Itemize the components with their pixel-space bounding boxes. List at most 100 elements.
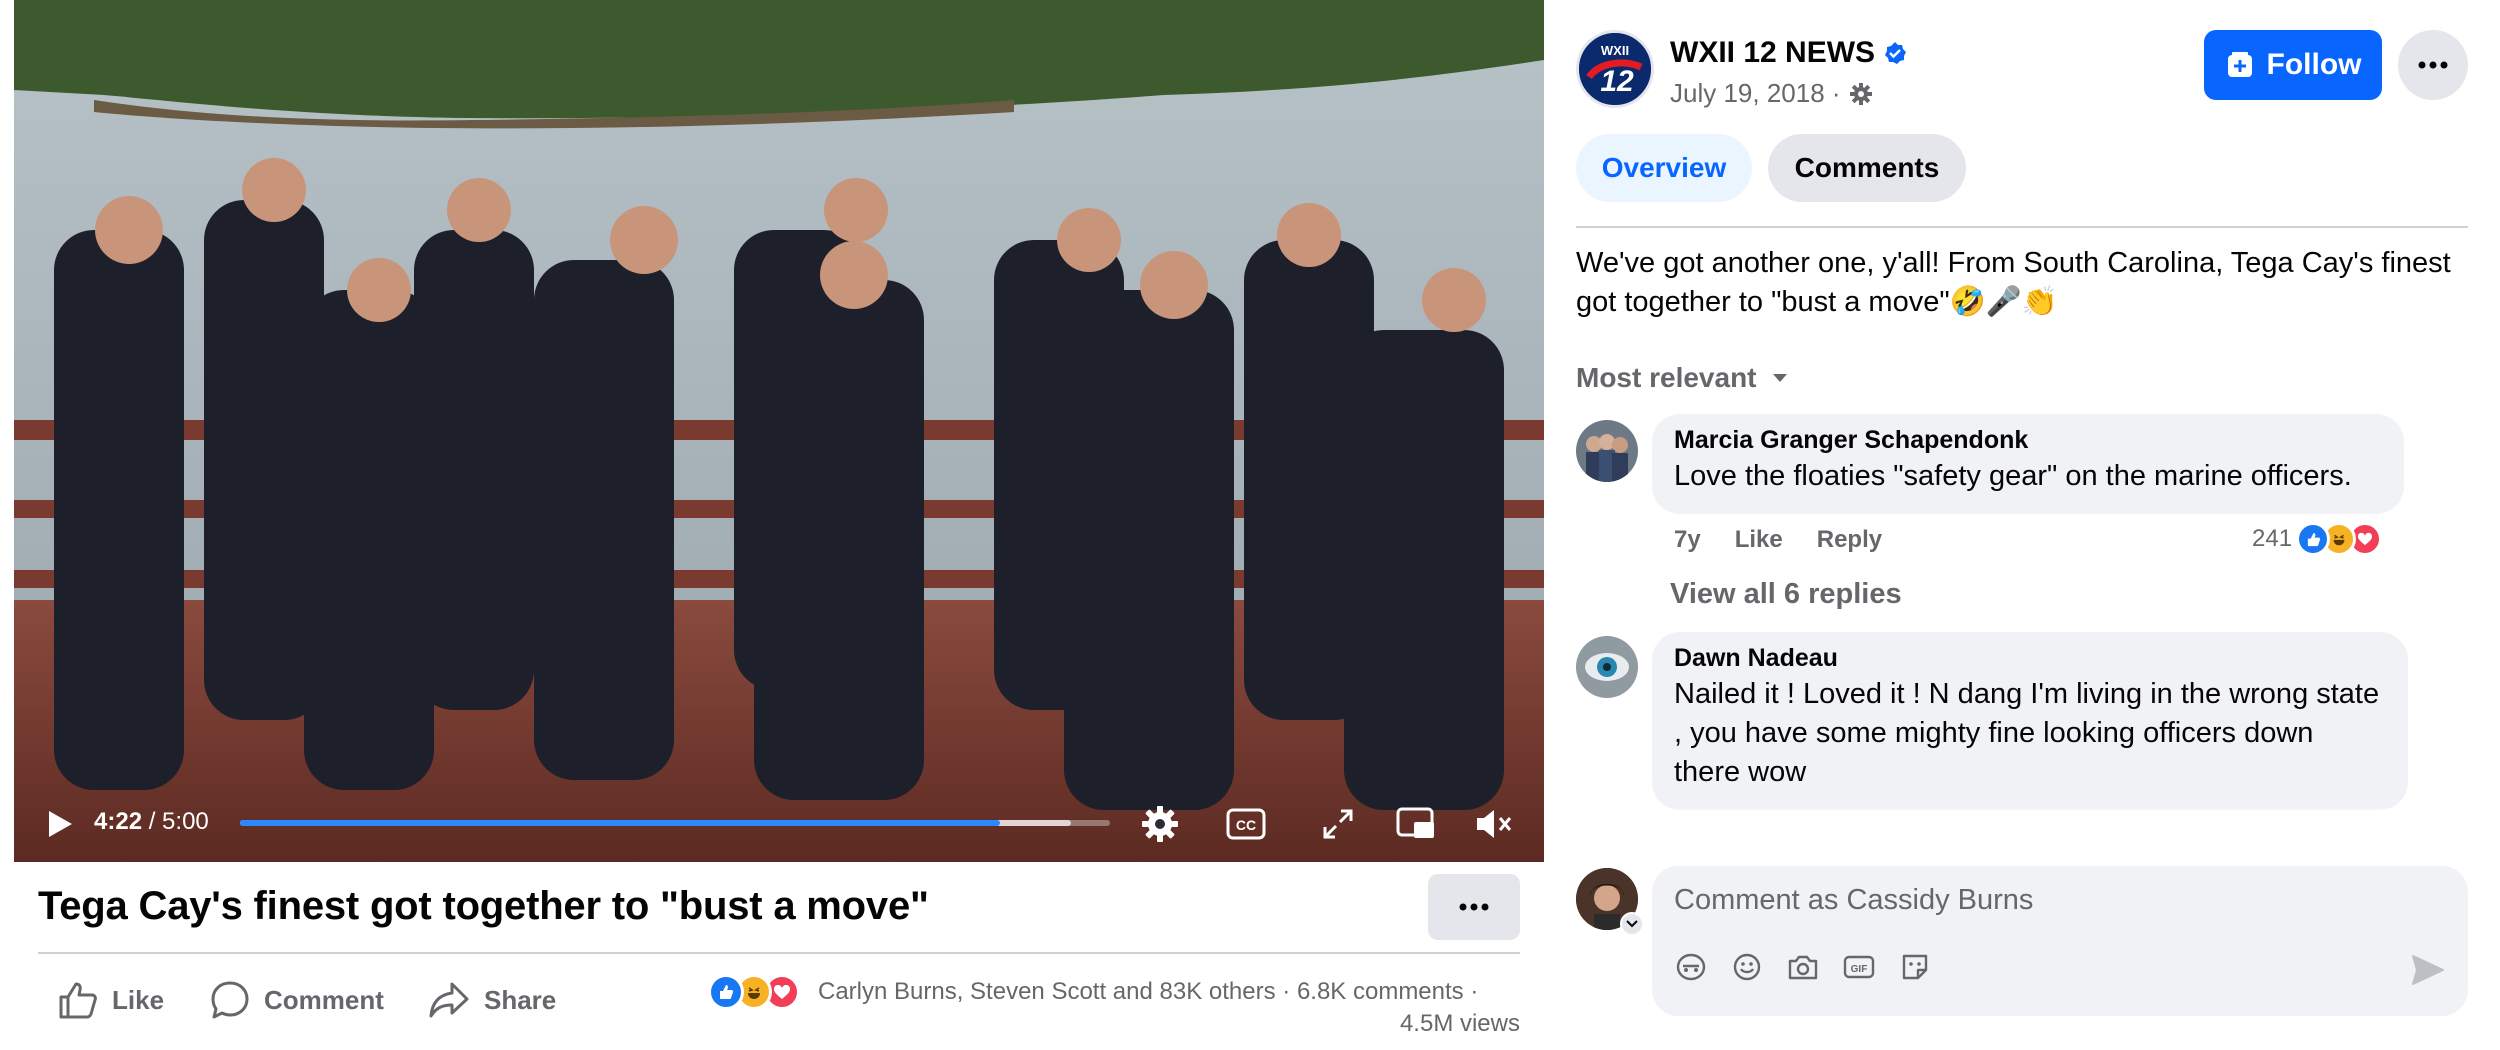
views-count: 4.5M views bbox=[1399, 1010, 1520, 1037]
pip-button[interactable] bbox=[1394, 802, 1438, 846]
photo-button[interactable] bbox=[1786, 950, 1820, 984]
video-frame bbox=[14, 0, 1544, 862]
share-label: Share bbox=[484, 984, 557, 1015]
mute-button[interactable] bbox=[1472, 802, 1516, 846]
gif-icon: GIF bbox=[1843, 955, 1875, 979]
play-button[interactable] bbox=[40, 804, 80, 844]
composer-tools: GIF bbox=[1674, 950, 1932, 984]
share-arrow-icon bbox=[429, 982, 469, 1018]
emoji-button[interactable] bbox=[1730, 950, 1764, 984]
comment-bubble: Marcia Granger Schapendonk Love the floa… bbox=[1652, 414, 2404, 514]
reaction-icons[interactable] bbox=[708, 974, 800, 1010]
svg-text:GIF: GIF bbox=[1851, 964, 1868, 975]
tab-overview[interactable]: Overview bbox=[1576, 134, 1752, 202]
play-icon bbox=[49, 811, 72, 837]
like-reaction-icon bbox=[708, 974, 744, 1010]
gear-icon bbox=[1142, 806, 1178, 842]
sticker-button[interactable] bbox=[1898, 950, 1932, 984]
seek-progress bbox=[240, 820, 1000, 826]
video-title: Tega Cay's finest got together to "bust … bbox=[38, 884, 929, 928]
divider bbox=[38, 952, 1520, 954]
svg-text:WXII: WXII bbox=[1601, 43, 1629, 58]
wxii-logo: WXII 12 bbox=[1579, 33, 1651, 105]
post-more-button[interactable] bbox=[1428, 874, 1520, 940]
post-date-row: July 19, 2018 · bbox=[1670, 78, 1873, 109]
ellipsis-icon bbox=[1459, 903, 1489, 911]
seek-bar[interactable] bbox=[240, 820, 1110, 826]
comment-composer[interactable]: Comment as Cassidy Burns GIF bbox=[1652, 866, 2468, 1016]
separator: · bbox=[1470, 978, 1479, 1005]
comment-reply-button[interactable]: Reply bbox=[1817, 526, 1882, 554]
speaker-muted-icon bbox=[1477, 810, 1512, 838]
post-viewer: { "video": { "current_time": "4:22", "du… bbox=[0, 0, 2500, 1050]
sort-label: Most relevant bbox=[1576, 362, 1757, 393]
engagement-summary: Carlyn Burns, Steven Scott and 83K other… bbox=[818, 978, 1478, 1006]
fullscreen-button[interactable] bbox=[1316, 802, 1360, 846]
post-date[interactable]: July 19, 2018 · bbox=[1670, 78, 1841, 109]
svg-text:CC: CC bbox=[1236, 817, 1256, 833]
tab-comments[interactable]: Comments bbox=[1768, 134, 1966, 202]
comment-bubble: Dawn Nadeau Nailed it ! Loved it ! N dan… bbox=[1652, 632, 2408, 810]
page-avatar[interactable]: WXII 12 bbox=[1576, 30, 1654, 108]
avatar-sticker-button[interactable] bbox=[1674, 950, 1708, 984]
comment-text: Love the floaties "safety gear" on the m… bbox=[1674, 460, 2352, 492]
sticker-icon bbox=[1902, 954, 1928, 980]
page-name[interactable]: WXII 12 NEWS bbox=[1670, 36, 1875, 70]
avatar-sticker-icon bbox=[1676, 953, 1706, 981]
verified-badge-icon bbox=[1885, 42, 1907, 64]
comment-label: Comment bbox=[264, 984, 384, 1015]
comment-age[interactable]: 7y bbox=[1674, 526, 1701, 554]
scroll-fade bbox=[1576, 808, 2468, 838]
like-label: Like bbox=[112, 984, 165, 1015]
comment-sort-dropdown[interactable]: Most relevant bbox=[1576, 362, 1789, 394]
current-time: 4:22 bbox=[94, 808, 143, 835]
captions-button[interactable]: CC bbox=[1224, 802, 1268, 846]
page-name-row: WXII 12 NEWS bbox=[1670, 36, 1907, 70]
profile-switch-badge[interactable] bbox=[1620, 912, 1644, 936]
comment-actions: 7y Like Reply bbox=[1674, 526, 1882, 554]
comment-button[interactable]: Comment bbox=[210, 978, 384, 1022]
video-controls: 4:22 / 5:00 CC bbox=[14, 782, 1544, 862]
camera-icon bbox=[1788, 955, 1818, 980]
share-button[interactable]: Share bbox=[428, 978, 556, 1022]
comment-text: Nailed it ! Loved it ! N dang I'm living… bbox=[1674, 678, 2380, 788]
expand-icon bbox=[1323, 809, 1353, 839]
commenter-avatar[interactable] bbox=[1576, 636, 1638, 698]
like-button[interactable]: Like bbox=[58, 978, 164, 1022]
post-description: We've got another one, y'all! From South… bbox=[1576, 247, 2451, 318]
duration: / 5:00 bbox=[148, 808, 209, 835]
follow-page-icon bbox=[2227, 52, 2252, 77]
follow-label: Follow bbox=[2266, 48, 2362, 81]
commenter-avatar[interactable] bbox=[1576, 420, 1638, 482]
comment-bubble-icon bbox=[211, 981, 249, 1019]
divider bbox=[1576, 226, 2468, 228]
video-player[interactable]: 4:22 / 5:00 CC bbox=[14, 0, 1544, 862]
smiley-icon bbox=[1733, 953, 1761, 981]
avatar-photo bbox=[1576, 636, 1638, 698]
caret-down-icon bbox=[1772, 374, 1787, 382]
separator: · bbox=[1282, 978, 1291, 1005]
thumbs-up-icon bbox=[59, 982, 97, 1019]
page-more-button[interactable] bbox=[2398, 30, 2468, 100]
comment-like-button[interactable]: Like bbox=[1735, 526, 1783, 554]
ellipsis-icon bbox=[2418, 61, 2448, 69]
avatar-photo bbox=[1576, 420, 1638, 482]
reactions-names[interactable]: Carlyn Burns, Steven Scott and 83K other… bbox=[818, 978, 1276, 1005]
send-icon[interactable] bbox=[2410, 952, 2446, 988]
svg-text:12: 12 bbox=[1600, 65, 1634, 98]
comment-reaction-count: 241 bbox=[2252, 525, 2293, 552]
chevron-down-icon bbox=[1626, 920, 1638, 928]
comments-count[interactable]: 6.8K comments bbox=[1297, 978, 1464, 1005]
comment-input-placeholder[interactable]: Comment as Cassidy Burns bbox=[1674, 884, 2033, 917]
view-replies-link[interactable]: View all 6 replies bbox=[1670, 578, 1902, 611]
settings-button[interactable] bbox=[1138, 802, 1182, 846]
gear-icon bbox=[1849, 82, 1872, 105]
comment-reactions[interactable]: 241 bbox=[2252, 522, 2383, 556]
video-time: 4:22 / 5:00 bbox=[94, 808, 209, 836]
picture-in-picture-icon bbox=[1396, 807, 1434, 838]
gif-button[interactable]: GIF bbox=[1842, 950, 1876, 984]
follow-button[interactable]: Follow bbox=[2204, 30, 2382, 100]
cc-icon: CC bbox=[1226, 808, 1266, 840]
comment-author[interactable]: Dawn Nadeau bbox=[1674, 644, 2386, 673]
comment-author[interactable]: Marcia Granger Schapendonk bbox=[1674, 426, 2382, 455]
